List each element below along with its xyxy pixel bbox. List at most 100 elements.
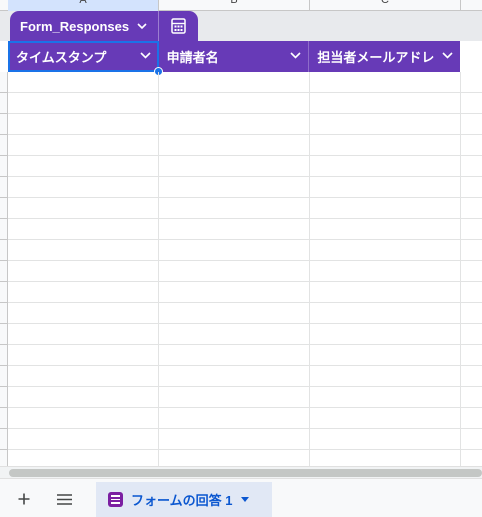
row-number-cell[interactable] bbox=[0, 345, 8, 366]
grid-cell[interactable] bbox=[310, 366, 461, 387]
grid-cell[interactable] bbox=[8, 303, 159, 324]
grid-cell[interactable] bbox=[461, 345, 482, 366]
grid-cell[interactable] bbox=[159, 366, 310, 387]
row-number-cell[interactable] bbox=[0, 156, 8, 177]
chevron-down-icon[interactable] bbox=[290, 51, 301, 59]
grid-cell[interactable] bbox=[8, 177, 159, 198]
column-header-assignee-email[interactable]: 担当者メールアドレ bbox=[309, 41, 460, 72]
row-number-cell[interactable] bbox=[0, 93, 8, 114]
grid-cell[interactable] bbox=[310, 198, 461, 219]
table-action-button[interactable] bbox=[159, 11, 198, 41]
horizontal-scrollbar[interactable] bbox=[0, 466, 482, 478]
chevron-down-icon[interactable] bbox=[442, 51, 453, 59]
grid-cell[interactable] bbox=[461, 93, 482, 114]
grid-cell[interactable] bbox=[8, 219, 159, 240]
grid-cell[interactable] bbox=[8, 345, 159, 366]
grid-cell[interactable] bbox=[8, 261, 159, 282]
grid-cell[interactable] bbox=[8, 387, 159, 408]
grid-cell[interactable] bbox=[310, 135, 461, 156]
grid-cell[interactable] bbox=[159, 282, 310, 303]
grid-cell[interactable] bbox=[8, 198, 159, 219]
grid-cell[interactable] bbox=[159, 177, 310, 198]
add-sheet-button[interactable] bbox=[10, 485, 38, 513]
row-number-cell[interactable] bbox=[0, 114, 8, 135]
grid-cell[interactable] bbox=[310, 282, 461, 303]
grid-cell[interactable] bbox=[310, 429, 461, 450]
grid-cell[interactable] bbox=[8, 282, 159, 303]
column-letter-c[interactable]: C bbox=[310, 0, 461, 11]
row-number-cell[interactable] bbox=[0, 261, 8, 282]
grid-cell[interactable] bbox=[8, 135, 159, 156]
grid-cell[interactable] bbox=[159, 303, 310, 324]
grid-cell[interactable] bbox=[310, 303, 461, 324]
column-header-applicant-name[interactable]: 申請者名 bbox=[159, 41, 310, 72]
grid-cell[interactable] bbox=[310, 156, 461, 177]
row-number-cell[interactable] bbox=[0, 72, 8, 93]
chevron-down-icon[interactable] bbox=[140, 51, 151, 59]
grid-cell[interactable] bbox=[310, 114, 461, 135]
sheet-tab-form-responses[interactable]: フォームの回答 1 bbox=[96, 482, 272, 517]
row-number-cell[interactable] bbox=[0, 240, 8, 261]
grid-cell[interactable] bbox=[159, 408, 310, 429]
grid-cell[interactable] bbox=[159, 219, 310, 240]
grid-cell[interactable] bbox=[461, 240, 482, 261]
grid-cell[interactable] bbox=[310, 408, 461, 429]
row-number-cell[interactable] bbox=[0, 177, 8, 198]
row-number-cell[interactable] bbox=[0, 408, 8, 429]
grid-cell[interactable] bbox=[310, 240, 461, 261]
caret-down-icon[interactable] bbox=[241, 497, 250, 502]
grid-cell[interactable] bbox=[310, 345, 461, 366]
grid-cell[interactable] bbox=[8, 366, 159, 387]
grid-cell[interactable] bbox=[461, 72, 482, 93]
row-number-cell[interactable] bbox=[0, 324, 8, 345]
grid-cell[interactable] bbox=[461, 135, 482, 156]
row-number-cell[interactable] bbox=[0, 366, 8, 387]
grid-cell[interactable] bbox=[461, 324, 482, 345]
grid-cell[interactable] bbox=[461, 114, 482, 135]
grid-cell[interactable] bbox=[159, 240, 310, 261]
grid-cell[interactable] bbox=[8, 240, 159, 261]
row-number-cell[interactable] bbox=[0, 429, 8, 450]
grid-cell[interactable] bbox=[159, 198, 310, 219]
grid-cell[interactable] bbox=[461, 282, 482, 303]
grid-cell[interactable] bbox=[461, 219, 482, 240]
grid-cell[interactable] bbox=[310, 93, 461, 114]
grid-cell[interactable] bbox=[461, 261, 482, 282]
column-header-timestamp[interactable]: タイムスタンプ bbox=[8, 41, 159, 72]
grid-cell[interactable] bbox=[8, 429, 159, 450]
column-letter-a[interactable]: A bbox=[8, 0, 159, 11]
grid-cell[interactable] bbox=[461, 156, 482, 177]
grid-cell[interactable] bbox=[461, 366, 482, 387]
grid-cell[interactable] bbox=[159, 93, 310, 114]
row-number-cell[interactable] bbox=[0, 303, 8, 324]
all-sheets-button[interactable] bbox=[50, 485, 78, 513]
grid-cell[interactable] bbox=[461, 303, 482, 324]
grid-cell[interactable] bbox=[159, 261, 310, 282]
table-name-dropdown[interactable]: Form_Responses bbox=[10, 11, 158, 41]
grid-cell[interactable] bbox=[159, 114, 310, 135]
grid-cell[interactable] bbox=[461, 429, 482, 450]
column-letter-b[interactable]: B bbox=[159, 0, 310, 11]
grid-cell[interactable] bbox=[159, 429, 310, 450]
grid-cell[interactable] bbox=[310, 219, 461, 240]
row-number-cell[interactable] bbox=[0, 198, 8, 219]
grid-cell[interactable] bbox=[159, 324, 310, 345]
grid-cell[interactable] bbox=[159, 156, 310, 177]
grid-cell[interactable] bbox=[461, 408, 482, 429]
grid-cell[interactable] bbox=[159, 135, 310, 156]
row-number-cell[interactable] bbox=[0, 282, 8, 303]
grid-cell[interactable] bbox=[461, 177, 482, 198]
grid-cell[interactable] bbox=[159, 345, 310, 366]
grid-cell[interactable] bbox=[159, 387, 310, 408]
grid-cell[interactable] bbox=[310, 261, 461, 282]
row-number-cell[interactable] bbox=[0, 135, 8, 156]
grid-cell[interactable] bbox=[461, 198, 482, 219]
grid-cell[interactable] bbox=[8, 408, 159, 429]
grid-cell[interactable] bbox=[310, 177, 461, 198]
grid-cell[interactable] bbox=[8, 324, 159, 345]
row-number-cell[interactable] bbox=[0, 219, 8, 240]
grid-cell[interactable] bbox=[8, 114, 159, 135]
grid-cell[interactable] bbox=[8, 72, 159, 93]
grid-cell[interactable] bbox=[310, 324, 461, 345]
row-number-cell[interactable] bbox=[0, 387, 8, 408]
